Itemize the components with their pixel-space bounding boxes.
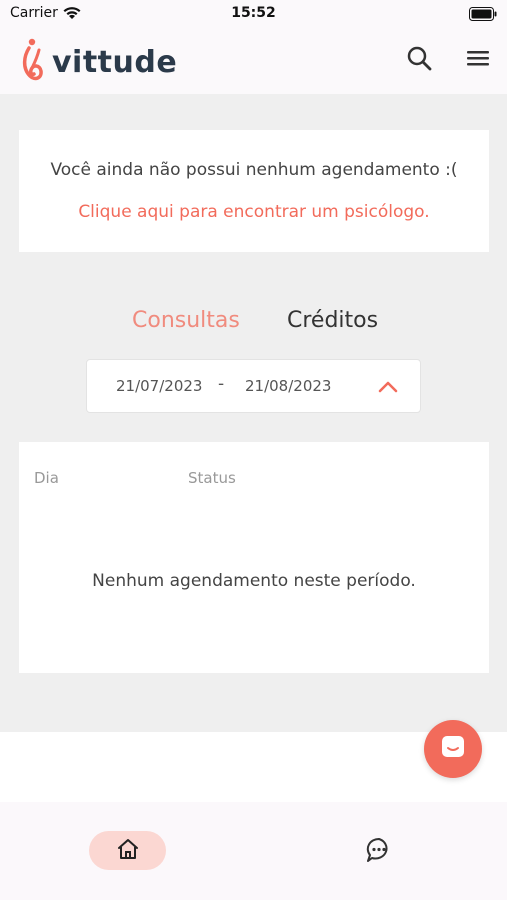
home-icon (116, 838, 140, 864)
bottom-nav (0, 802, 507, 900)
vittude-logo-icon (20, 38, 46, 86)
search-icon (406, 45, 432, 75)
clock: 15:52 (231, 5, 276, 21)
date-range-picker[interactable]: 21/07/2023 - 21/08/2023 (86, 359, 421, 413)
nav-messages[interactable] (363, 836, 395, 868)
menu-button[interactable] (462, 44, 494, 76)
search-button[interactable] (403, 44, 435, 76)
nav-home[interactable] (89, 831, 166, 870)
no-appointments-message: Você ainda não possui nenhum agendamento… (50, 160, 458, 180)
find-psychologist-link[interactable]: Clique aqui para encontrar um psicólogo. (19, 202, 489, 222)
chat-fab-button[interactable] (424, 720, 482, 778)
tab-consultas[interactable]: Consultas (132, 308, 240, 333)
column-header-status: Status (188, 469, 236, 487)
hamburger-menu-icon (466, 48, 490, 72)
tab-creditos[interactable]: Créditos (287, 308, 378, 333)
appointments-table: Dia Status Nenhum agendamento neste perí… (19, 442, 489, 673)
column-header-dia: Dia (34, 469, 59, 487)
no-appointments-card: Você ainda não possui nenhum agendamento… (19, 130, 489, 252)
main-content: Você ainda não possui nenhum agendamento… (0, 94, 507, 732)
battery-icon (469, 6, 497, 25)
date-start[interactable]: 21/07/2023 (116, 377, 202, 395)
date-end[interactable]: 21/08/2023 (245, 377, 331, 395)
date-separator: - (218, 374, 225, 394)
status-bar: Carrier 15:52 (0, 0, 507, 28)
message-dots-icon (365, 836, 393, 868)
chat-bubble-icon (439, 733, 467, 765)
app-header: vittude (0, 28, 507, 94)
logo-text: vittude (52, 44, 178, 80)
logo[interactable]: vittude (20, 38, 177, 86)
empty-period-message: Nenhum agendamento neste período. (92, 571, 416, 591)
tabs: Consultas Créditos (0, 308, 507, 338)
chevron-up-icon[interactable] (377, 377, 399, 397)
